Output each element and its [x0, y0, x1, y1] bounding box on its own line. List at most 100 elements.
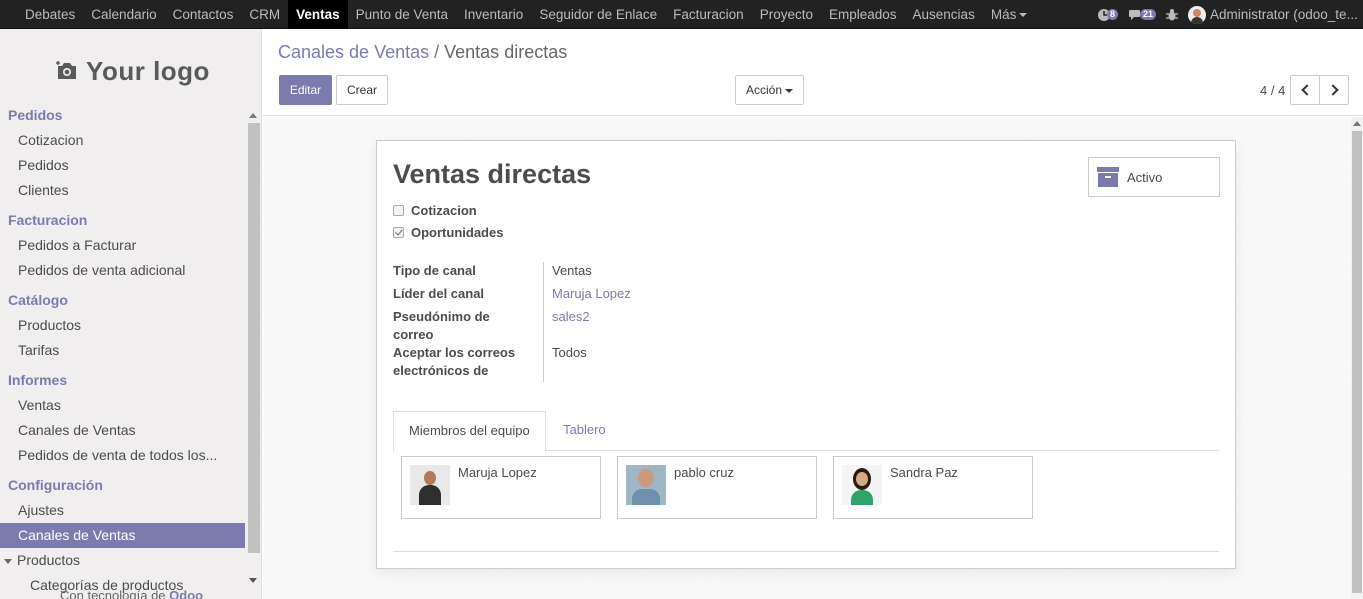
- email-alias-link[interactable]: sales2: [552, 308, 590, 326]
- menu-ventas[interactable]: Ventas: [288, 0, 348, 29]
- member-name: Maruja Lopez: [458, 465, 537, 480]
- debug-button[interactable]: [1166, 8, 1178, 21]
- sidebar-scrollbar[interactable]: [246, 107, 260, 599]
- chevron-right-icon: [1327, 84, 1339, 96]
- company-logo[interactable]: Your logo: [48, 47, 218, 95]
- tab-miembros-equipo[interactable]: Miembros del equipo: [393, 411, 546, 452]
- sidebar-item-informe-canales[interactable]: Canales de Ventas: [0, 418, 245, 443]
- active-toggle-button[interactable]: Activo: [1088, 157, 1220, 197]
- notebook-tabs: Miembros del equipo Tablero: [393, 411, 1219, 452]
- menu-mas[interactable]: Más: [983, 0, 1036, 29]
- form-view: Ventas directas Cotizacion Oportunidades…: [263, 117, 1363, 599]
- field-label: Tipo de canal: [393, 263, 476, 278]
- field-label-line2: electrónicos de: [393, 363, 489, 378]
- action-dropdown[interactable]: Acción: [735, 75, 804, 105]
- pager-next-button[interactable]: [1319, 75, 1349, 105]
- sidebar-menu: Pedidos Cotizacion Pedidos Clientes Fact…: [0, 103, 245, 598]
- logo-text: Your logo: [86, 55, 210, 86]
- field-value: Todos: [552, 345, 587, 360]
- member-card[interactable]: Sandra Paz: [833, 456, 1033, 519]
- chevron-left-icon: [1301, 84, 1313, 96]
- menu-ausencias[interactable]: Ausencias: [905, 0, 983, 29]
- scroll-up-icon[interactable]: [249, 113, 257, 118]
- cotizacion-checkbox[interactable]: [393, 205, 404, 216]
- expand-triangle-icon: [4, 558, 12, 564]
- member-card[interactable]: Maruja Lopez: [401, 456, 601, 519]
- member-card[interactable]: pablo cruz: [617, 456, 817, 519]
- sidebar-item-cotizacion[interactable]: Cotizacion: [0, 128, 245, 153]
- activities-button[interactable]: 8: [1097, 8, 1118, 22]
- menu-mas-label: Más: [990, 7, 1017, 22]
- menu-seguidor-de-enlace[interactable]: Seguidor de Enlace: [531, 0, 665, 29]
- activities-badge: 8: [1106, 9, 1118, 20]
- sidebar-item-informe-pedidos-todos[interactable]: Pedidos de venta de todos los...: [0, 443, 245, 468]
- breadcrumb-parent[interactable]: Canales de Ventas: [278, 42, 429, 62]
- field-label: Aceptar los correos electrónicos de: [393, 344, 533, 380]
- user-avatar: [1188, 5, 1206, 24]
- powered-brand[interactable]: Odoo: [169, 588, 203, 599]
- sidebar-item-pedidos-a-facturar[interactable]: Pedidos a Facturar: [0, 233, 245, 258]
- user-name: Administrator (odoo_te...: [1210, 7, 1358, 22]
- content-scroll-thumb[interactable]: [1352, 131, 1362, 593]
- sidebar-item-ajustes[interactable]: Ajustes: [0, 498, 245, 523]
- sidebar-scroll-thumb[interactable]: [248, 123, 260, 553]
- sidebar-item-pedidos-venta-adicional[interactable]: Pedidos de venta adicional: [0, 258, 245, 283]
- menu-crm[interactable]: CRM: [241, 0, 288, 29]
- menu-debates[interactable]: Debates: [17, 0, 83, 29]
- sidebar-item-canales-de-ventas[interactable]: Canales de Ventas: [0, 523, 245, 548]
- active-label: Activo: [1127, 169, 1163, 185]
- action-label: Acción: [745, 83, 783, 97]
- sidebar-item-productos[interactable]: Productos: [0, 313, 245, 338]
- sidebar-item-informe-ventas[interactable]: Ventas: [0, 393, 245, 418]
- field-label: Líder del canal: [393, 286, 485, 301]
- messages-button[interactable]: 21: [1128, 8, 1156, 22]
- sidebar-item-config-productos[interactable]: Productos: [0, 548, 245, 573]
- channel-leader-link[interactable]: Maruja Lopez: [552, 285, 631, 303]
- user-menu[interactable]: Administrator (odoo_te...: [1188, 5, 1363, 24]
- field-label-line2: correo: [393, 327, 434, 342]
- edit-button[interactable]: Editar: [279, 75, 332, 105]
- powered-prefix: Con tecnología de: [60, 588, 166, 599]
- control-panel: Canales de Ventas / Ventas directas Editar…: [263, 29, 1363, 116]
- breadcrumb: Canales de Ventas / Ventas directas: [278, 42, 567, 63]
- create-button[interactable]: Crear: [336, 75, 388, 105]
- powered-by: Con tecnología de Odoo: [60, 588, 203, 599]
- scroll-down-icon[interactable]: [249, 578, 257, 583]
- menu-facturacion[interactable]: Facturacion: [665, 0, 752, 29]
- record-title: Ventas directas: [393, 159, 592, 189]
- field-label-line1: Aceptar los correos: [393, 345, 516, 360]
- menu-empleados[interactable]: Empleados: [821, 0, 905, 29]
- member-photo: [626, 465, 666, 505]
- checkbox-row-oportunidades[interactable]: Oportunidades: [393, 225, 503, 240]
- sidebar-item-pedidos[interactable]: Pedidos: [0, 153, 245, 178]
- member-name: Sandra Paz: [890, 465, 958, 480]
- checkbox-row-cotizacion[interactable]: Cotizacion: [393, 203, 477, 218]
- caret-down-icon: [785, 88, 794, 93]
- tab-tablero[interactable]: Tablero: [548, 411, 621, 451]
- scroll-up-icon[interactable]: [1353, 121, 1361, 126]
- content-scrollbar[interactable]: [1351, 117, 1363, 599]
- cotizacion-label: Cotizacion: [411, 203, 477, 218]
- menu-inventario[interactable]: Inventario: [456, 0, 531, 29]
- field-label-line1: Pseudónimo de: [393, 309, 490, 324]
- field-divider: [543, 262, 544, 382]
- menu-calendario[interactable]: Calendario: [83, 0, 164, 29]
- menu-contactos[interactable]: Contactos: [165, 0, 242, 29]
- menu-punto-de-venta[interactable]: Punto de Venta: [348, 0, 456, 29]
- sidebar-item-tarifas[interactable]: Tarifas: [0, 338, 245, 363]
- systray: 8 21 Administrator (odoo_te...: [1097, 0, 1363, 29]
- sidebar-item-clientes[interactable]: Clientes: [0, 178, 245, 203]
- field-value: Ventas: [552, 263, 592, 278]
- archive-icon: [1097, 167, 1119, 187]
- member-name: pablo cruz: [674, 465, 734, 480]
- breadcrumb-current: Ventas directas: [444, 42, 568, 62]
- messages-badge: 21: [1139, 9, 1156, 20]
- pager-previous-button[interactable]: [1290, 75, 1320, 105]
- top-navbar: Debates Calendario Contactos CRM Ventas …: [0, 0, 1363, 29]
- oportunidades-checkbox[interactable]: [393, 227, 404, 238]
- sidebar-header-configuracion: Configuración: [8, 477, 103, 493]
- divider: [393, 551, 1219, 552]
- menu-proyecto[interactable]: Proyecto: [752, 0, 821, 29]
- form-sheet: Ventas directas Cotizacion Oportunidades…: [376, 140, 1236, 569]
- bug-icon: [1166, 9, 1178, 21]
